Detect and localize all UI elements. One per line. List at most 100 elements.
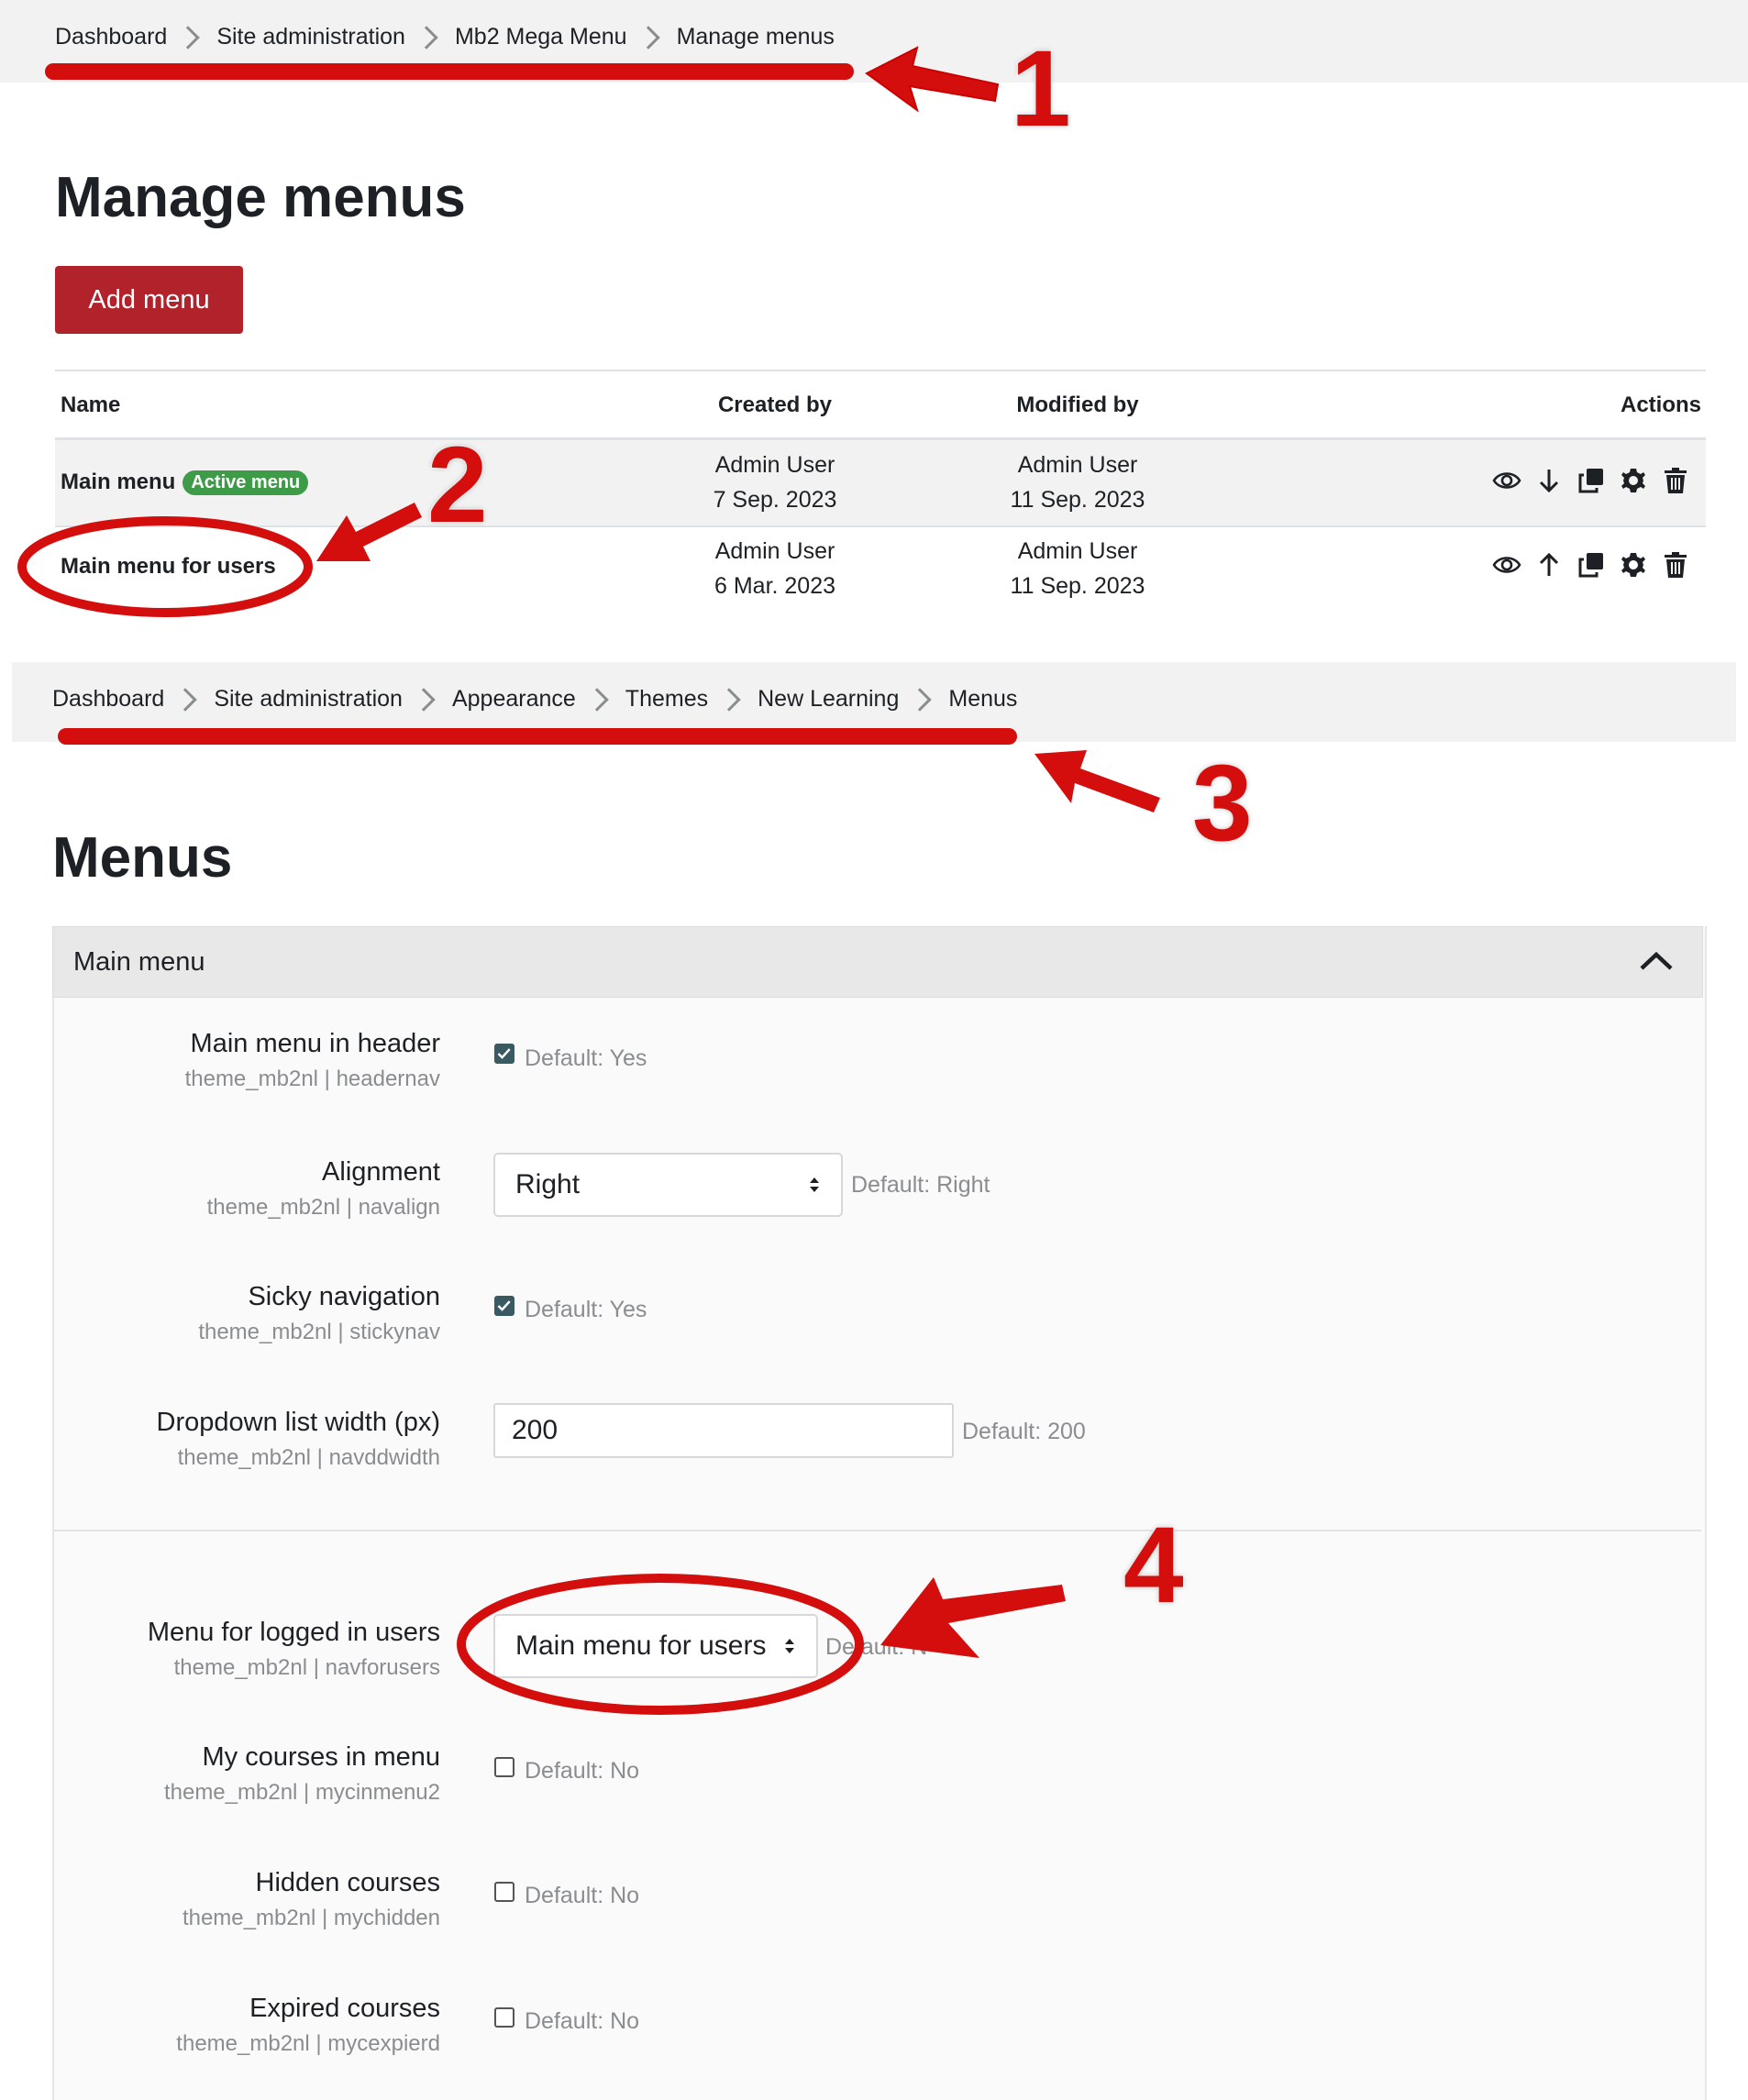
created-user: Admin User: [714, 452, 835, 478]
add-menu-button[interactable]: Add menu: [55, 266, 243, 334]
breadcrumb-appearance[interactable]: Appearance: [452, 686, 576, 713]
breadcrumb: Dashboard Site administration Mb2 Mega M…: [55, 24, 835, 50]
default-value: Default: No: [525, 1758, 640, 1784]
page-title: Menus: [52, 826, 233, 890]
gear-icon[interactable]: [1619, 466, 1648, 495]
default-value: Default: No: [525, 1883, 640, 1908]
mycexpierd-checkbox[interactable]: [494, 2007, 514, 2028]
breadcrumb: Dashboard Site administration Appearance…: [52, 686, 1017, 713]
table-row: [55, 527, 1706, 613]
breadcrumb-site-administration[interactable]: Site administration: [216, 24, 405, 50]
column-header-created: Created by: [717, 392, 833, 417]
created-date: 6 Mar. 2023: [714, 573, 836, 599]
breadcrumb-dashboard[interactable]: Dashboard: [55, 24, 167, 50]
row-actions: [1492, 550, 1690, 580]
chevron-right-icon: [415, 25, 438, 50]
chevron-right-icon: [176, 25, 201, 50]
trash-icon[interactable]: [1661, 550, 1690, 580]
annotation-number: 3: [1191, 743, 1255, 864]
chevron-up-icon[interactable]: [1638, 950, 1675, 972]
column-header-modified: Modified by: [1016, 392, 1139, 417]
menu-name[interactable]: Main menu for users: [61, 554, 276, 580]
annotation-number: 1: [1010, 28, 1073, 149]
column-header-actions: Actions: [1620, 392, 1701, 417]
breadcrumb-new-learning[interactable]: New Learning: [758, 686, 899, 713]
annotation-number: 2: [426, 425, 490, 546]
setting-label: Alignment: [322, 1157, 440, 1187]
updown-icon: [785, 1639, 794, 1653]
breadcrumb-current: Menus: [948, 686, 1018, 712]
setting-navddwidth: Dropdown list width (px) theme_mb2nl | n…: [55, 1408, 440, 1471]
annotation-arrow: [1034, 750, 1160, 812]
breadcrumb-current: Manage menus: [676, 24, 835, 50]
breadcrumb-site-administration[interactable]: Site administration: [214, 686, 403, 713]
row-actions: [1492, 466, 1690, 495]
logged-in-menu-select[interactable]: Main menu for users: [493, 1614, 818, 1678]
gear-icon[interactable]: [1619, 550, 1648, 580]
breadcrumb-dashboard[interactable]: Dashboard: [52, 686, 164, 713]
setting-label: Sicky navigation: [248, 1282, 440, 1311]
modified-cell: Admin User 11 Sep. 2023: [986, 534, 1169, 603]
check-icon: [497, 1300, 511, 1311]
modified-date: 11 Sep. 2023: [1010, 573, 1145, 599]
setting-mycexpierd: Expired courses theme_mb2nl | mycexpierd: [55, 1994, 440, 2057]
dropdown-width-input[interactable]: 200: [493, 1403, 954, 1458]
select-value: Main menu for users: [515, 1630, 767, 1661]
duplicate-icon[interactable]: [1577, 550, 1606, 580]
setting-key: theme_mb2nl | navforusers: [173, 1655, 440, 1680]
setting-mychidden: Hidden courses theme_mb2nl | mychidden: [55, 1868, 440, 1931]
default-value: Default: Right: [851, 1172, 990, 1198]
setting-label: Menu for logged in users: [147, 1618, 440, 1647]
section-title: Main menu: [73, 947, 205, 977]
annotation-number: 4: [1123, 1505, 1186, 1626]
chevron-right-icon: [636, 25, 660, 50]
page-title: Manage menus: [55, 166, 466, 229]
default-value: Default: No: [525, 2008, 640, 2034]
setting-key: theme_mb2nl | mychidden: [182, 1906, 440, 1930]
eye-icon[interactable]: [1492, 466, 1521, 495]
setting-label: Main menu in header: [190, 1029, 440, 1058]
modified-user: Admin User: [1017, 538, 1138, 564]
setting-mycinmenu2: My courses in menu theme_mb2nl | mycinme…: [55, 1742, 440, 1806]
duplicate-icon[interactable]: [1577, 466, 1606, 495]
chevron-right-icon: [585, 687, 609, 712]
status-badge: Active menu: [183, 470, 309, 495]
alignment-select[interactable]: Right: [493, 1153, 843, 1217]
modified-user: Admin User: [1017, 452, 1138, 478]
mycinmenu-checkbox[interactable]: [494, 1757, 514, 1777]
input-value: 200: [512, 1415, 559, 1445]
setting-key: theme_mb2nl | mycinmenu2: [163, 1780, 440, 1805]
default-value: Default: Yes: [525, 1297, 647, 1322]
setting-key: theme_mb2nl | navalign: [206, 1195, 440, 1220]
mychidden-checkbox[interactable]: [494, 1882, 514, 1902]
menu-name: Main menu: [61, 470, 176, 494]
modified-date: 11 Sep. 2023: [1010, 487, 1145, 513]
setting-label: Expired courses: [249, 1994, 440, 2023]
section-header[interactable]: Main menu: [52, 926, 1703, 998]
setting-label: My courses in menu: [202, 1742, 441, 1772]
headernav-checkbox[interactable]: [494, 1044, 514, 1064]
eye-icon[interactable]: [1492, 550, 1521, 580]
arrow-up-icon[interactable]: [1534, 550, 1564, 580]
stickynav-checkbox[interactable]: [494, 1296, 514, 1316]
section-divider: [54, 1530, 1701, 1531]
arrow-down-icon[interactable]: [1534, 466, 1564, 495]
breadcrumb-mb2-mega-menu[interactable]: Mb2 Mega Menu: [455, 24, 627, 50]
setting-label: Dropdown list width (px): [156, 1408, 440, 1437]
default-value: Default: N: [825, 1634, 928, 1660]
breadcrumb-themes[interactable]: Themes: [625, 686, 708, 713]
menu-name-cell: Main menu Active menu: [61, 470, 309, 495]
chevron-right-icon: [908, 687, 933, 712]
trash-icon[interactable]: [1661, 466, 1690, 495]
select-value: Right: [515, 1169, 581, 1199]
chevron-right-icon: [717, 687, 741, 712]
column-header-name: Name: [61, 392, 121, 417]
updown-icon: [810, 1177, 819, 1192]
created-cell: Admin User 6 Mar. 2023: [679, 534, 871, 603]
setting-key: theme_mb2nl | navddwidth: [177, 1445, 440, 1470]
setting-key: theme_mb2nl | stickynav: [198, 1320, 440, 1344]
modified-cell: Admin User 11 Sep. 2023: [986, 448, 1169, 517]
created-date: 7 Sep. 2023: [713, 487, 837, 513]
setting-navalign: Alignment theme_mb2nl | navalign: [55, 1157, 440, 1221]
default-value: Default: 200: [962, 1419, 1086, 1444]
